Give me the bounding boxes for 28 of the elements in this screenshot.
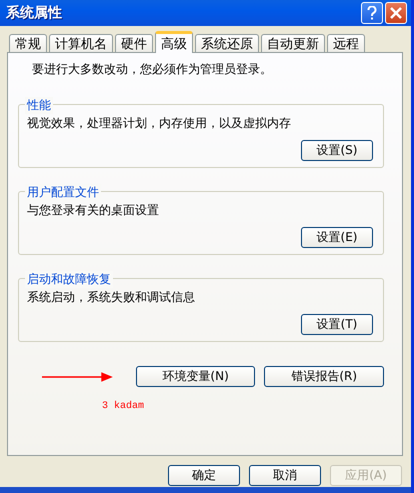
dialog-button[interactable]: 环境变量(N) xyxy=(136,366,256,387)
group-description: 与您登录有关的桌面设置 xyxy=(27,202,160,219)
group-title: 性能 xyxy=(25,97,53,114)
settings-button[interactable]: 设置(T) xyxy=(301,314,373,335)
help-button[interactable] xyxy=(361,2,383,24)
settings-button[interactable]: 设置(S) xyxy=(301,140,373,161)
window-title: 系统属性 xyxy=(6,4,63,22)
notice-text: 要进行大多数改动，您必须作为管理员登录。 xyxy=(32,61,273,78)
tab[interactable]: 高级 xyxy=(155,31,193,53)
group-description: 视觉效果，处理器计划，内存使用，以及虚拟内存 xyxy=(27,115,292,132)
tab[interactable]: 系统还原 xyxy=(195,34,259,52)
help-icon xyxy=(367,6,377,20)
close-icon xyxy=(390,7,402,19)
dialog-button[interactable]: 取消 xyxy=(249,465,321,486)
annotation-text: 3 kadam xyxy=(102,401,146,412)
tab[interactable]: 自动更新 xyxy=(261,34,325,52)
group-title: 用户配置文件 xyxy=(25,184,101,201)
dialog-button[interactable]: 错误报告(R) xyxy=(264,366,384,387)
tab[interactable]: 常规 xyxy=(9,34,47,52)
dialog-button[interactable]: 确定 xyxy=(168,465,240,486)
settings-button[interactable]: 设置(E) xyxy=(301,227,373,248)
group-title: 启动和故障恢复 xyxy=(25,271,113,288)
group-description: 系统启动，系统失败和调试信息 xyxy=(27,289,196,306)
tab[interactable]: 硬件 xyxy=(115,34,153,52)
arrow-icon xyxy=(42,372,113,382)
close-button[interactable] xyxy=(385,2,407,24)
tab[interactable]: 计算机名 xyxy=(49,34,113,52)
tab[interactable]: 远程 xyxy=(327,34,365,52)
